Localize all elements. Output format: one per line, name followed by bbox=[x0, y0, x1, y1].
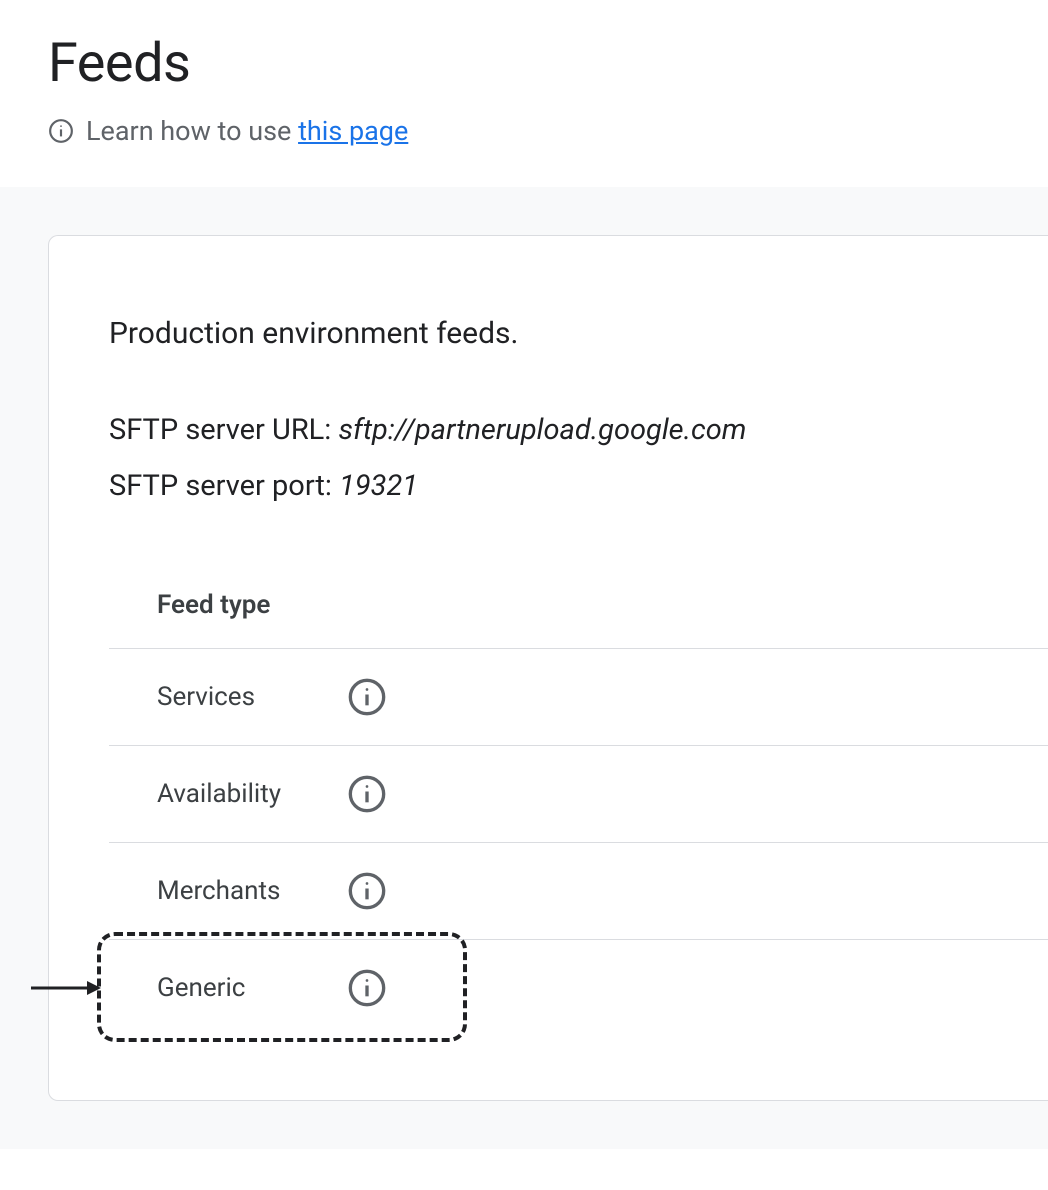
feed-name: Generic bbox=[157, 973, 347, 1003]
subtitle-text: Learn how to use this page bbox=[86, 115, 408, 147]
server-info-block: SFTP server URL: sftp://partnerupload.go… bbox=[109, 407, 1048, 510]
sftp-url-row: SFTP server URL: sftp://partnerupload.go… bbox=[109, 407, 1048, 453]
table-row[interactable]: Availability bbox=[109, 746, 1048, 843]
feeds-table: Feed type Services Availability bbox=[109, 590, 1048, 1036]
sftp-port-value: 19321 bbox=[339, 469, 418, 503]
feeds-card: Production environment feeds. SFTP serve… bbox=[48, 235, 1048, 1101]
sftp-port-row: SFTP server port: 19321 bbox=[109, 463, 1048, 509]
info-icon bbox=[48, 118, 74, 144]
content-area: Production environment feeds. SFTP serve… bbox=[0, 187, 1048, 1149]
learn-link[interactable]: this page bbox=[298, 115, 408, 147]
highlight-wrapper: Generic bbox=[109, 940, 1048, 1036]
card-heading: Production environment feeds. bbox=[109, 316, 1048, 351]
table-row[interactable]: Generic bbox=[109, 940, 1048, 1036]
feed-name: Services bbox=[157, 682, 347, 712]
info-icon[interactable] bbox=[347, 677, 387, 717]
sftp-url-label: SFTP server URL: bbox=[109, 413, 339, 447]
page-header: Feeds Learn how to use this page bbox=[0, 0, 1048, 187]
sftp-port-label: SFTP server port: bbox=[109, 469, 339, 503]
sftp-url-value: sftp://partnerupload.google.com bbox=[339, 413, 747, 447]
info-icon[interactable] bbox=[347, 774, 387, 814]
feed-name: Merchants bbox=[157, 876, 347, 906]
table-header: Feed type bbox=[109, 590, 1048, 649]
table-header-label: Feed type bbox=[157, 590, 270, 620]
arrow-annotation bbox=[31, 978, 101, 998]
subtitle-prefix: Learn how to use bbox=[86, 115, 298, 147]
page-title: Feeds bbox=[48, 32, 1000, 95]
subtitle-row: Learn how to use this page bbox=[48, 115, 1000, 147]
table-row[interactable]: Services bbox=[109, 649, 1048, 746]
info-icon[interactable] bbox=[347, 968, 387, 1008]
info-icon[interactable] bbox=[347, 871, 387, 911]
table-row[interactable]: Merchants bbox=[109, 843, 1048, 940]
feed-name: Availability bbox=[157, 779, 347, 809]
